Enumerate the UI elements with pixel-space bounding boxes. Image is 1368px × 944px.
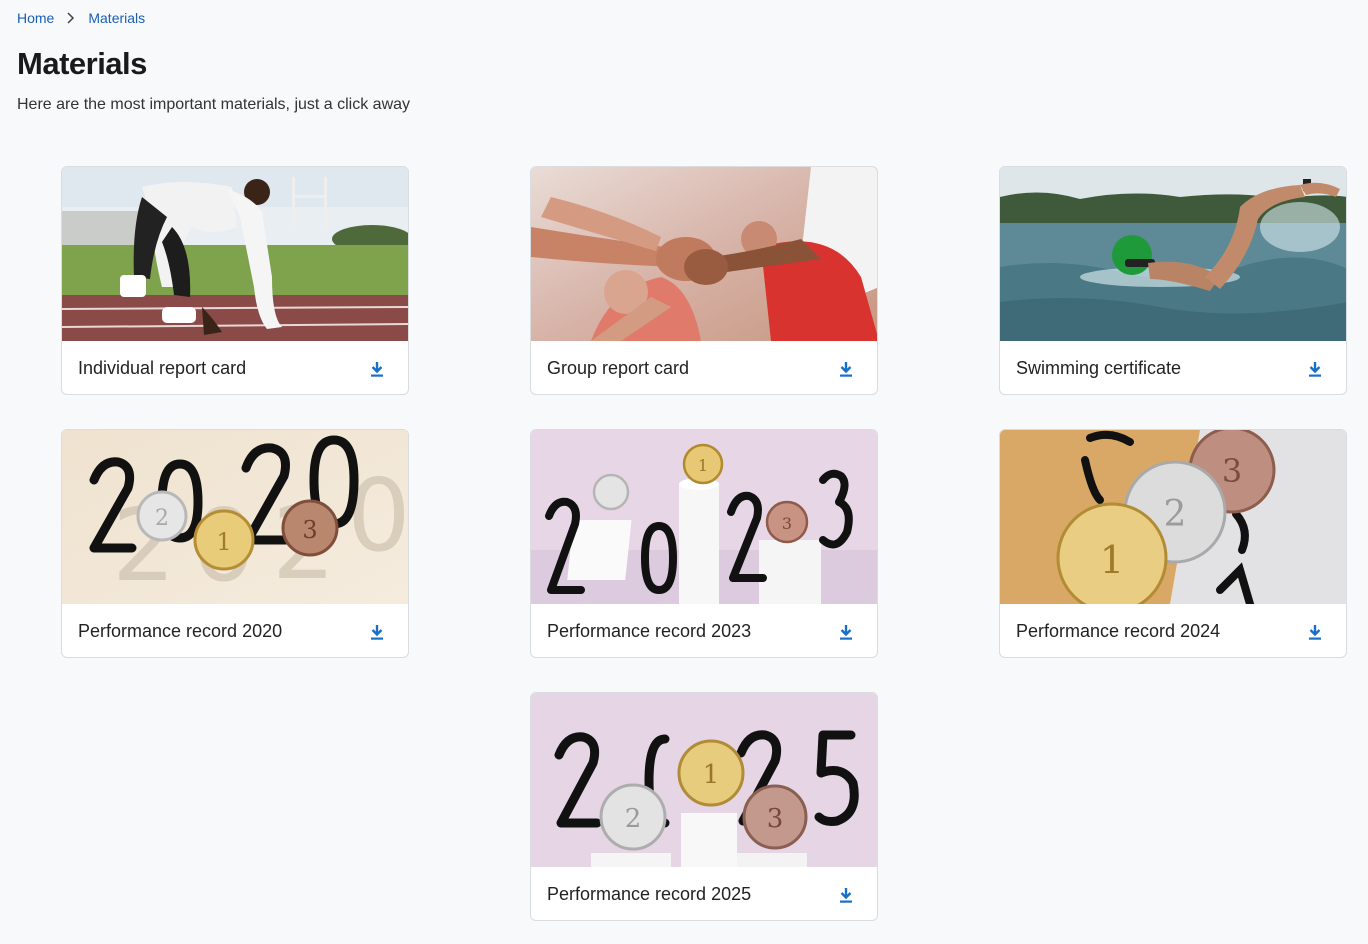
card-image-medals-2024: 3 2 1 bbox=[1000, 430, 1346, 604]
download-icon[interactable] bbox=[1306, 623, 1324, 641]
svg-text:1: 1 bbox=[216, 528, 231, 556]
svg-text:1: 1 bbox=[698, 456, 708, 475]
svg-text:1: 1 bbox=[703, 760, 720, 790]
svg-text:3: 3 bbox=[782, 514, 792, 533]
card-label: Individual report card bbox=[78, 358, 247, 378]
download-icon[interactable] bbox=[837, 886, 855, 904]
download-icon[interactable] bbox=[1306, 360, 1324, 378]
breadcrumb: Home Materials bbox=[17, 10, 145, 26]
card-label: Performance record 2025 bbox=[547, 884, 752, 904]
card-image-medals-2023: 1 3 bbox=[531, 430, 877, 604]
svg-text:3: 3 bbox=[767, 804, 784, 834]
svg-text:2: 2 bbox=[1164, 494, 1187, 535]
download-icon[interactable] bbox=[837, 360, 855, 378]
card-image-swimmer bbox=[1000, 167, 1346, 341]
card-label: Performance record 2023 bbox=[547, 621, 752, 641]
page-title: Materials bbox=[17, 46, 147, 81]
download-icon[interactable] bbox=[368, 623, 386, 641]
card-label: Performance record 2020 bbox=[78, 621, 283, 641]
card-footer: Performance record 2020 bbox=[62, 604, 408, 657]
material-card-swimming-certificate[interactable]: Swimming certificate bbox=[999, 166, 1347, 395]
download-icon[interactable] bbox=[368, 360, 386, 378]
material-card-group-report[interactable]: Group report card bbox=[530, 166, 878, 395]
breadcrumb-current-link[interactable]: Materials bbox=[88, 10, 145, 26]
chevron-right-icon bbox=[64, 11, 78, 25]
card-footer: Group report card bbox=[531, 341, 877, 394]
svg-text:3: 3 bbox=[1222, 452, 1242, 490]
svg-text:2: 2 bbox=[155, 506, 169, 531]
card-label: Swimming certificate bbox=[1016, 358, 1182, 378]
card-footer: Individual report card bbox=[62, 341, 408, 394]
card-footer: Performance record 2025 bbox=[531, 867, 877, 920]
material-card-individual-report[interactable]: Individual report card bbox=[61, 166, 409, 395]
material-card-performance-2020[interactable]: 2020 2 1 3 Performance record 2020 bbox=[61, 429, 409, 658]
svg-text:1: 1 bbox=[1100, 538, 1124, 582]
svg-text:3: 3 bbox=[302, 516, 317, 544]
page-subtitle: Here are the most important materials, j… bbox=[17, 96, 411, 113]
breadcrumb-home-link[interactable]: Home bbox=[17, 10, 54, 26]
material-card-performance-2025[interactable]: 1 2 3 Performance record 2025 bbox=[530, 692, 878, 921]
card-label: Performance record 2024 bbox=[1016, 621, 1221, 641]
card-image-sprinter bbox=[62, 167, 408, 341]
material-card-performance-2024[interactable]: 3 2 1 Performance record 2024 bbox=[999, 429, 1347, 658]
download-icon[interactable] bbox=[837, 623, 855, 641]
card-footer: Performance record 2024 bbox=[1000, 604, 1346, 657]
card-footer: Performance record 2023 bbox=[531, 604, 877, 657]
material-card-performance-2023[interactable]: 1 3 Performance record 2023 bbox=[530, 429, 878, 658]
card-label: Group report card bbox=[547, 358, 690, 378]
card-image-team-hands bbox=[531, 167, 877, 341]
card-footer: Swimming certificate bbox=[1000, 341, 1346, 394]
svg-text:2: 2 bbox=[625, 804, 642, 834]
card-image-medals-2020: 2020 2 1 3 bbox=[62, 430, 408, 604]
card-image-medals-2025: 1 2 3 bbox=[531, 693, 877, 867]
